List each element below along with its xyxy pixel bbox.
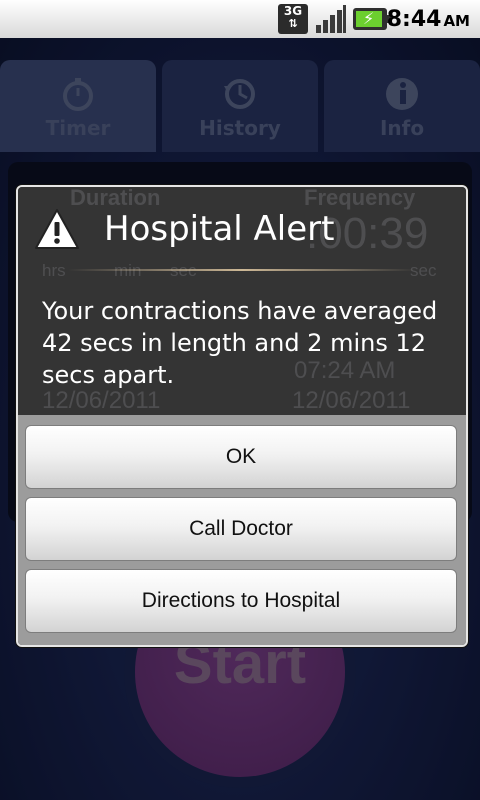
title-divider	[68, 269, 416, 271]
clock-ampm: AM	[443, 12, 470, 30]
ghost-unit-hrs: hrs	[42, 261, 66, 280]
3g-data-icon: 3G ⇅	[278, 4, 308, 34]
clock: 8:44 AM	[387, 7, 470, 32]
ghost-unit-sec-right: sec	[410, 261, 437, 280]
status-bar: 3G ⇅ ⚡ 8:44 AM	[0, 0, 480, 39]
clock-time: 8:44	[386, 7, 442, 32]
battery-charging-icon: ⚡	[353, 8, 391, 30]
dialog-content: Duration Frequency :00:39 hrs min sec se…	[18, 187, 466, 415]
dialog-button-area: OK Call Doctor Directions to Hospital	[18, 415, 466, 645]
dialog-message: Your contractions have averaged 42 secs …	[42, 297, 438, 389]
network-type-label: 3G	[283, 4, 303, 18]
ghost-unit-min: min	[114, 261, 141, 281]
hospital-alert-dialog: Duration Frequency :00:39 hrs min sec se…	[16, 185, 468, 647]
warning-icon	[35, 209, 79, 249]
signal-strength-icon	[316, 5, 346, 33]
ghost-date-right: 12/06/2011	[292, 387, 411, 414]
ghost-date-left: 12/06/2011	[42, 387, 161, 414]
dialog-title: Hospital Alert	[104, 209, 335, 249]
call-doctor-button[interactable]: Call Doctor	[25, 497, 457, 561]
ghost-frequency-header: Frequency	[304, 185, 416, 210]
directions-to-hospital-button[interactable]: Directions to Hospital	[25, 569, 457, 633]
ok-button[interactable]: OK	[25, 425, 457, 489]
ghost-unit-sec: sec	[170, 261, 196, 281]
ghost-duration-header: Duration	[70, 185, 161, 210]
